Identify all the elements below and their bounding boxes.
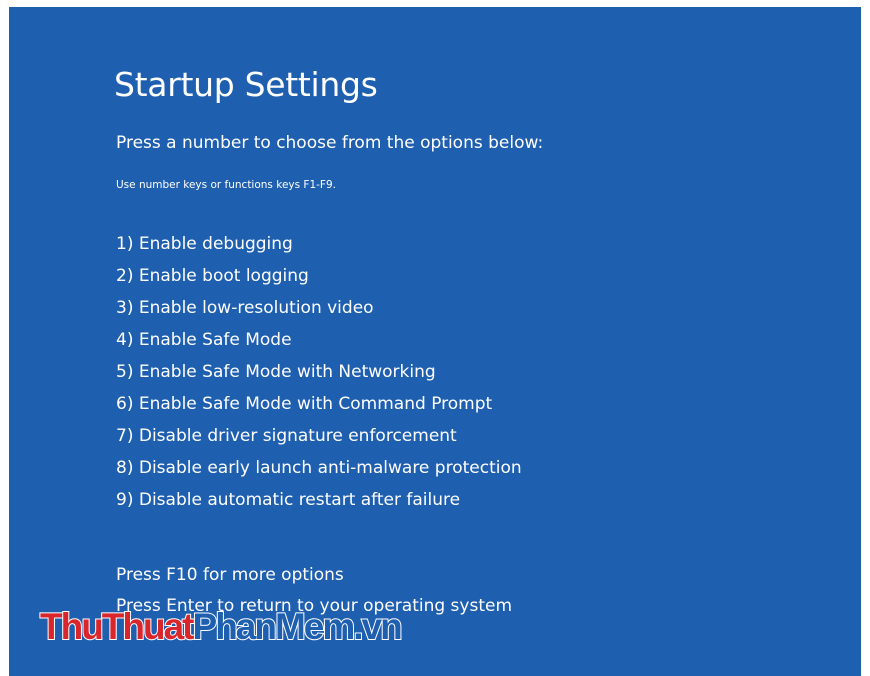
hint-text: Use number keys or functions keys F1-F9.	[116, 179, 336, 191]
option-enable-boot-logging[interactable]: 2) Enable boot logging	[116, 265, 522, 297]
more-options-text[interactable]: Press F10 for more options	[116, 565, 344, 585]
option-safe-mode-networking[interactable]: 5) Enable Safe Mode with Networking	[116, 361, 522, 393]
option-enable-debugging[interactable]: 1) Enable debugging	[116, 233, 522, 265]
watermark-part-1: ThuThuat	[39, 606, 196, 647]
option-enable-low-resolution-video[interactable]: 3) Enable low-resolution video	[116, 297, 522, 329]
option-disable-early-launch-antimalware[interactable]: 8) Disable early launch anti-malware pro…	[116, 457, 522, 489]
watermark-logo: ThuThuatPhanMem.vn	[39, 606, 404, 647]
option-disable-auto-restart[interactable]: 9) Disable automatic restart after failu…	[116, 489, 522, 521]
startup-settings-screen: Startup Settings Press a number to choos…	[9, 7, 861, 676]
option-enable-safe-mode[interactable]: 4) Enable Safe Mode	[116, 329, 522, 361]
startup-options-list: 1) Enable debugging 2) Enable boot loggi…	[116, 233, 522, 521]
instruction-text: Press a number to choose from the option…	[116, 133, 544, 153]
option-safe-mode-command-prompt[interactable]: 6) Enable Safe Mode with Command Prompt	[116, 393, 522, 425]
option-disable-driver-signature[interactable]: 7) Disable driver signature enforcement	[116, 425, 522, 457]
page-title: Startup Settings	[114, 65, 378, 104]
watermark-part-2: PhanMem.vn	[192, 606, 404, 647]
